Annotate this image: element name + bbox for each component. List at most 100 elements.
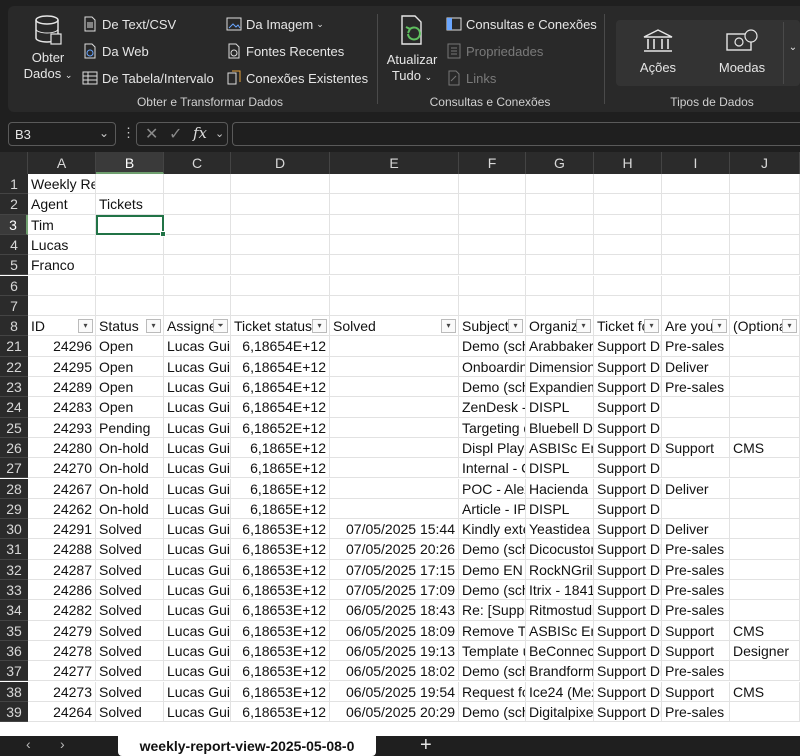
cell-g26[interactable]: ASBISc Ent	[526, 437, 594, 459]
row-header-22[interactable]: 22	[0, 356, 28, 377]
cell-j3[interactable]	[730, 214, 800, 235]
cell-i30[interactable]: Deliver	[662, 519, 730, 540]
cell-i27[interactable]	[662, 458, 730, 479]
cell-h31[interactable]: Support Dl	[594, 539, 662, 560]
sheet-tab-active[interactable]: weekly-report-view-2025-05-08-0	[118, 736, 376, 756]
column-header-b[interactable]: B	[96, 152, 164, 174]
obter-dados-button[interactable]: Obter Dados ⌄	[22, 14, 74, 83]
filter-dropdown-icon[interactable]: ▾	[508, 319, 523, 334]
cell-f1[interactable]	[459, 174, 526, 195]
cell-f3[interactable]	[459, 214, 526, 235]
cell-c4[interactable]	[164, 234, 231, 256]
cell-i25[interactable]	[662, 417, 730, 438]
cell-e4[interactable]	[330, 234, 459, 256]
cell-i37[interactable]: Pre-sales	[662, 661, 730, 682]
select-all-corner[interactable]	[0, 152, 28, 174]
cell-a29[interactable]: 24262	[28, 498, 96, 520]
cell-e21[interactable]	[330, 336, 459, 357]
cell-c24[interactable]: Lucas Guia	[164, 397, 231, 418]
cell-g23[interactable]: Expandiem	[526, 377, 594, 398]
cell-d36[interactable]: 6,18653E+12	[231, 640, 330, 662]
cell-h35[interactable]: Support Dl	[594, 620, 662, 641]
add-sheet-button[interactable]: +	[420, 734, 432, 756]
cell-e30[interactable]: 07/05/2025 15:44	[330, 519, 459, 540]
cell-d33[interactable]: 6,18653E+12	[231, 580, 330, 601]
cell-h34[interactable]: Support Dl	[594, 600, 662, 621]
column-header-i[interactable]: I	[662, 152, 730, 174]
filter-dropdown-icon[interactable]: ⏷	[213, 319, 228, 334]
cell-e38[interactable]: 06/05/2025 19:54	[330, 681, 459, 702]
cell-g4[interactable]	[526, 234, 594, 256]
cell-c25[interactable]: Lucas Guia	[164, 417, 231, 438]
cell-f32[interactable]: Demo EN (	[459, 559, 526, 580]
cell-g3[interactable]	[526, 214, 594, 235]
cell-e2[interactable]	[330, 194, 459, 215]
cell-b36[interactable]: Solved	[96, 640, 164, 662]
cell-b24[interactable]: Open	[96, 397, 164, 418]
cell-g36[interactable]: BeConnec	[526, 640, 594, 662]
cell-b37[interactable]: Solved	[96, 661, 164, 682]
cell-j29[interactable]	[730, 498, 800, 520]
cell-a7[interactable]	[28, 295, 96, 317]
next-sheet-button[interactable]: ›	[60, 736, 65, 752]
cell-j6[interactable]	[730, 275, 800, 296]
cell-f4[interactable]	[459, 234, 526, 256]
cell-g33[interactable]: Itrix - 1841	[526, 580, 594, 601]
cancel-icon[interactable]: ✕	[145, 124, 158, 144]
row-header-2[interactable]: 2	[0, 194, 28, 215]
row-header-37[interactable]: 37	[0, 661, 28, 682]
cell-j28[interactable]	[730, 478, 800, 499]
row-header-6[interactable]: 6	[0, 275, 28, 296]
cell-h30[interactable]: Support Dl	[594, 519, 662, 540]
cell-h2[interactable]	[594, 194, 662, 215]
cell-f28[interactable]: POC - Alex	[459, 478, 526, 499]
cell-a1[interactable]: Weekly Report - DISPL SUPPORT TEAM	[28, 174, 96, 195]
cell-d7[interactable]	[231, 295, 330, 317]
cell-a26[interactable]: 24280	[28, 437, 96, 459]
cell-c34[interactable]: Lucas Guia	[164, 600, 231, 621]
cell-e33[interactable]: 07/05/2025 17:09	[330, 580, 459, 601]
cell-g27[interactable]: DISPL	[526, 458, 594, 479]
cell-h26[interactable]: Support Dl	[594, 437, 662, 459]
cell-b21[interactable]: Open	[96, 336, 164, 357]
cell-e27[interactable]	[330, 458, 459, 479]
cell-j21[interactable]	[730, 336, 800, 357]
cell-b7[interactable]	[96, 295, 164, 317]
cell-f22[interactable]: Onboardin	[459, 356, 526, 377]
cell-h36[interactable]: Support Dl	[594, 640, 662, 662]
conexoes-existentes-button[interactable]: Conexões Existentes	[226, 70, 368, 86]
filter-dropdown-icon[interactable]: ▾	[441, 319, 456, 334]
cell-b34[interactable]: Solved	[96, 600, 164, 621]
cell-d30[interactable]: 6,18653E+12	[231, 519, 330, 540]
cell-e3[interactable]	[330, 214, 459, 235]
cell-i36[interactable]: Support	[662, 640, 730, 662]
cell-j39[interactable]	[730, 701, 800, 723]
filter-dropdown-icon[interactable]: ▾	[576, 319, 591, 334]
cell-a3[interactable]: Tim	[28, 214, 96, 235]
cell-a31[interactable]: 24288	[28, 539, 96, 560]
cell-c5[interactable]	[164, 255, 231, 276]
cell-f2[interactable]	[459, 194, 526, 215]
cell-c32[interactable]: Lucas Guia	[164, 559, 231, 580]
cell-e36[interactable]: 06/05/2025 19:13	[330, 640, 459, 662]
cell-h27[interactable]: Support DISPL General	[594, 458, 662, 479]
cell-j8[interactable]: (Optiona ▾	[730, 316, 800, 337]
cell-b29[interactable]: On-hold	[96, 498, 164, 520]
cell-h22[interactable]: Support Dl	[594, 356, 662, 377]
cell-i6[interactable]	[662, 275, 730, 296]
cell-e24[interactable]	[330, 397, 459, 418]
consultas-conexoes-button[interactable]: Consultas e Conexões	[446, 16, 597, 32]
cell-b39[interactable]: Solved	[96, 701, 164, 723]
cell-g38[interactable]: Ice24 (Mex	[526, 681, 594, 702]
cell-e26[interactable]	[330, 437, 459, 459]
cell-e29[interactable]	[330, 498, 459, 520]
cell-d32[interactable]: 6,18653E+12	[231, 559, 330, 580]
row-header-33[interactable]: 33	[0, 580, 28, 601]
cell-a25[interactable]: 24293	[28, 417, 96, 438]
cell-h37[interactable]: Support Dl	[594, 661, 662, 682]
cell-g29[interactable]: DISPL	[526, 498, 594, 520]
cell-c27[interactable]: Lucas Guia	[164, 458, 231, 479]
cell-e32[interactable]: 07/05/2025 17:15	[330, 559, 459, 580]
cell-a39[interactable]: 24264	[28, 701, 96, 723]
cell-d31[interactable]: 6,18653E+12	[231, 539, 330, 560]
